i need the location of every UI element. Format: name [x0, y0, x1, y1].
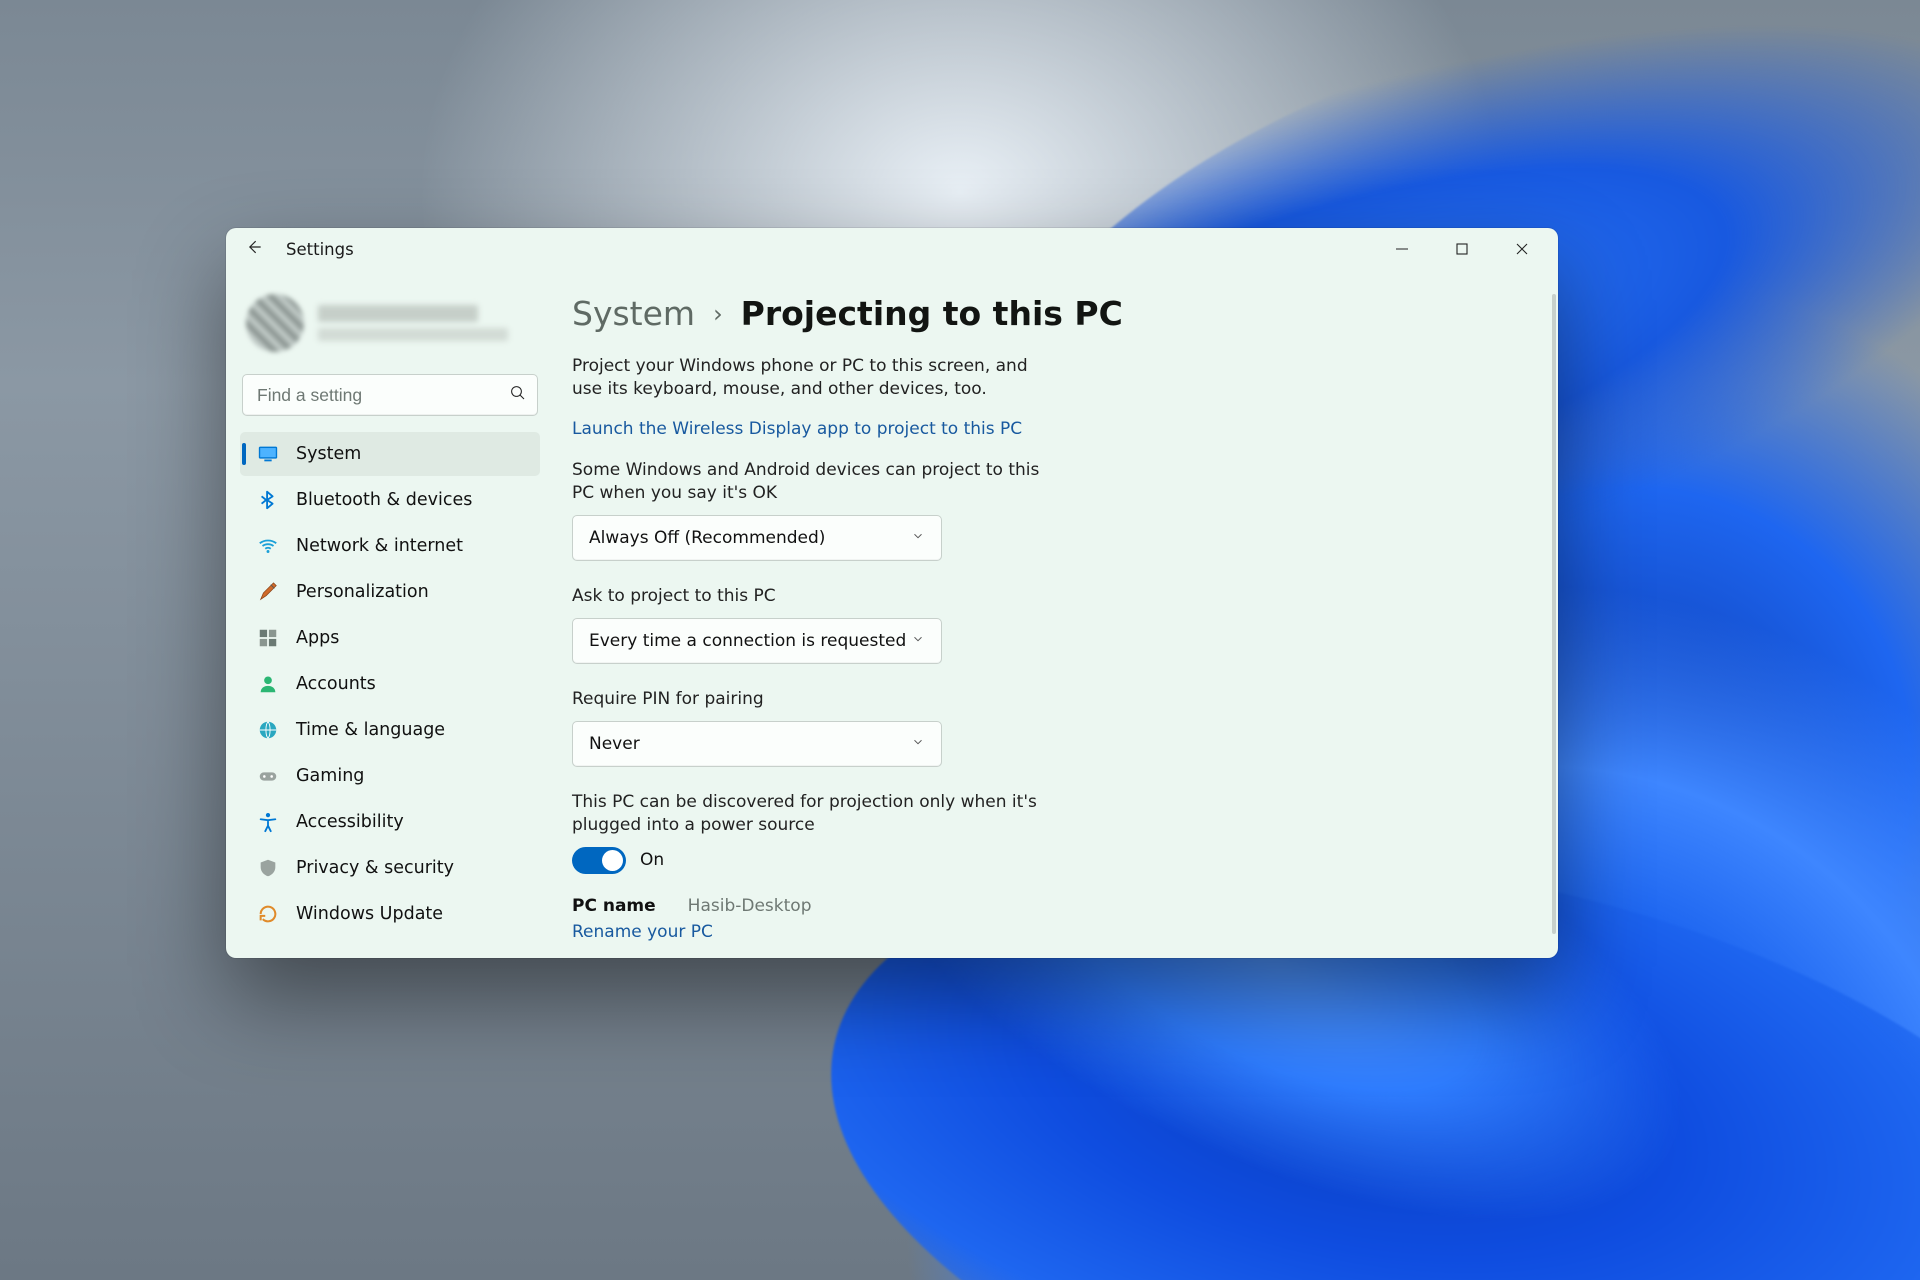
profile-block[interactable]: [240, 280, 540, 374]
window-title: Settings: [286, 240, 354, 259]
dropdown-ask-to-project[interactable]: Every time a connection is requested: [572, 618, 942, 664]
dropdown-value: Every time a connection is requested: [589, 631, 906, 651]
apps-icon: [256, 626, 280, 650]
sidebar-item-label: Network & internet: [296, 536, 463, 556]
sidebar: System Bluetooth & devices Network & int…: [226, 270, 552, 958]
sidebar-item-bluetooth[interactable]: Bluetooth & devices: [240, 478, 540, 522]
chevron-down-icon: [911, 528, 925, 548]
page-description: Project your Windows phone or PC to this…: [572, 355, 1062, 401]
sidebar-item-label: Personalization: [296, 582, 429, 602]
launch-wireless-display-link[interactable]: Launch the Wireless Display app to proje…: [572, 419, 1022, 439]
maximize-icon: [1455, 242, 1469, 256]
dropdown-require-pin[interactable]: Never: [572, 721, 942, 767]
titlebar: Settings: [226, 228, 1558, 270]
sidebar-item-label: Privacy & security: [296, 858, 454, 878]
sidebar-item-accounts[interactable]: Accounts: [240, 662, 540, 706]
arrow-left-icon: [244, 237, 264, 257]
chevron-down-icon: [911, 734, 925, 754]
close-button[interactable]: [1492, 228, 1552, 270]
wifi-icon: [256, 534, 280, 558]
sidebar-item-system[interactable]: System: [240, 432, 540, 476]
search-input[interactable]: [257, 385, 509, 406]
maximize-button[interactable]: [1432, 228, 1492, 270]
setting-require-pin-label: Require PIN for pairing: [572, 688, 1042, 711]
sidebar-item-label: Accessibility: [296, 812, 404, 832]
search-box[interactable]: [242, 374, 538, 416]
sidebar-item-label: Apps: [296, 628, 339, 648]
avatar: [246, 294, 304, 352]
sidebar-item-label: Time & language: [296, 720, 445, 740]
toggle-discover-on-power[interactable]: [572, 847, 626, 874]
gamepad-icon: [256, 764, 280, 788]
breadcrumb-parent[interactable]: System: [572, 294, 695, 333]
sidebar-item-label: System: [296, 444, 361, 464]
sidebar-item-label: Gaming: [296, 766, 364, 786]
breadcrumb-current: Projecting to this PC: [741, 294, 1123, 333]
breadcrumb: System › Projecting to this PC: [572, 294, 1534, 333]
minimize-button[interactable]: [1372, 228, 1432, 270]
dropdown-value: Never: [589, 734, 640, 754]
pc-name-value: Hasib-Desktop: [688, 896, 812, 916]
sidebar-item-label: Accounts: [296, 674, 376, 694]
update-icon: [256, 902, 280, 926]
person-icon: [256, 672, 280, 696]
paintbrush-icon: [256, 580, 280, 604]
dropdown-project-availability[interactable]: Always Off (Recommended): [572, 515, 942, 561]
setting-ask-to-project-label: Ask to project to this PC: [572, 585, 1042, 608]
profile-text-redacted: [318, 305, 508, 341]
setting-discover-on-power-label: This PC can be discovered for projection…: [572, 791, 1042, 837]
rename-pc-link[interactable]: Rename your PC: [572, 922, 713, 942]
toggle-state-label: On: [640, 850, 664, 870]
dropdown-value: Always Off (Recommended): [589, 528, 825, 548]
sidebar-item-time-language[interactable]: Time & language: [240, 708, 540, 752]
content-pane: System › Projecting to this PC Project y…: [552, 270, 1558, 958]
bluetooth-icon: [256, 488, 280, 512]
back-button[interactable]: [240, 237, 268, 262]
minimize-icon: [1395, 242, 1409, 256]
nav-list: System Bluetooth & devices Network & int…: [240, 432, 540, 936]
settings-window: Settings: [226, 228, 1558, 958]
sidebar-item-network[interactable]: Network & internet: [240, 524, 540, 568]
sidebar-item-windows-update[interactable]: Windows Update: [240, 892, 540, 936]
content-scrollbar[interactable]: [1552, 294, 1556, 934]
sidebar-item-privacy[interactable]: Privacy & security: [240, 846, 540, 890]
search-icon: [509, 384, 527, 406]
sidebar-item-accessibility[interactable]: Accessibility: [240, 800, 540, 844]
globe-clock-icon: [256, 718, 280, 742]
desktop-wallpaper: Settings: [0, 0, 1920, 1280]
pc-name-label: PC name: [572, 896, 656, 916]
sidebar-item-label: Bluetooth & devices: [296, 490, 472, 510]
sidebar-item-label: Windows Update: [296, 904, 443, 924]
sidebar-item-personalization[interactable]: Personalization: [240, 570, 540, 614]
close-icon: [1515, 242, 1529, 256]
accessibility-icon: [256, 810, 280, 834]
sidebar-item-gaming[interactable]: Gaming: [240, 754, 540, 798]
display-icon: [256, 442, 280, 466]
shield-icon: [256, 856, 280, 880]
sidebar-item-apps[interactable]: Apps: [240, 616, 540, 660]
chevron-right-icon: ›: [713, 300, 723, 328]
chevron-down-icon: [911, 631, 925, 651]
setting-project-availability-label: Some Windows and Android devices can pro…: [572, 459, 1042, 505]
